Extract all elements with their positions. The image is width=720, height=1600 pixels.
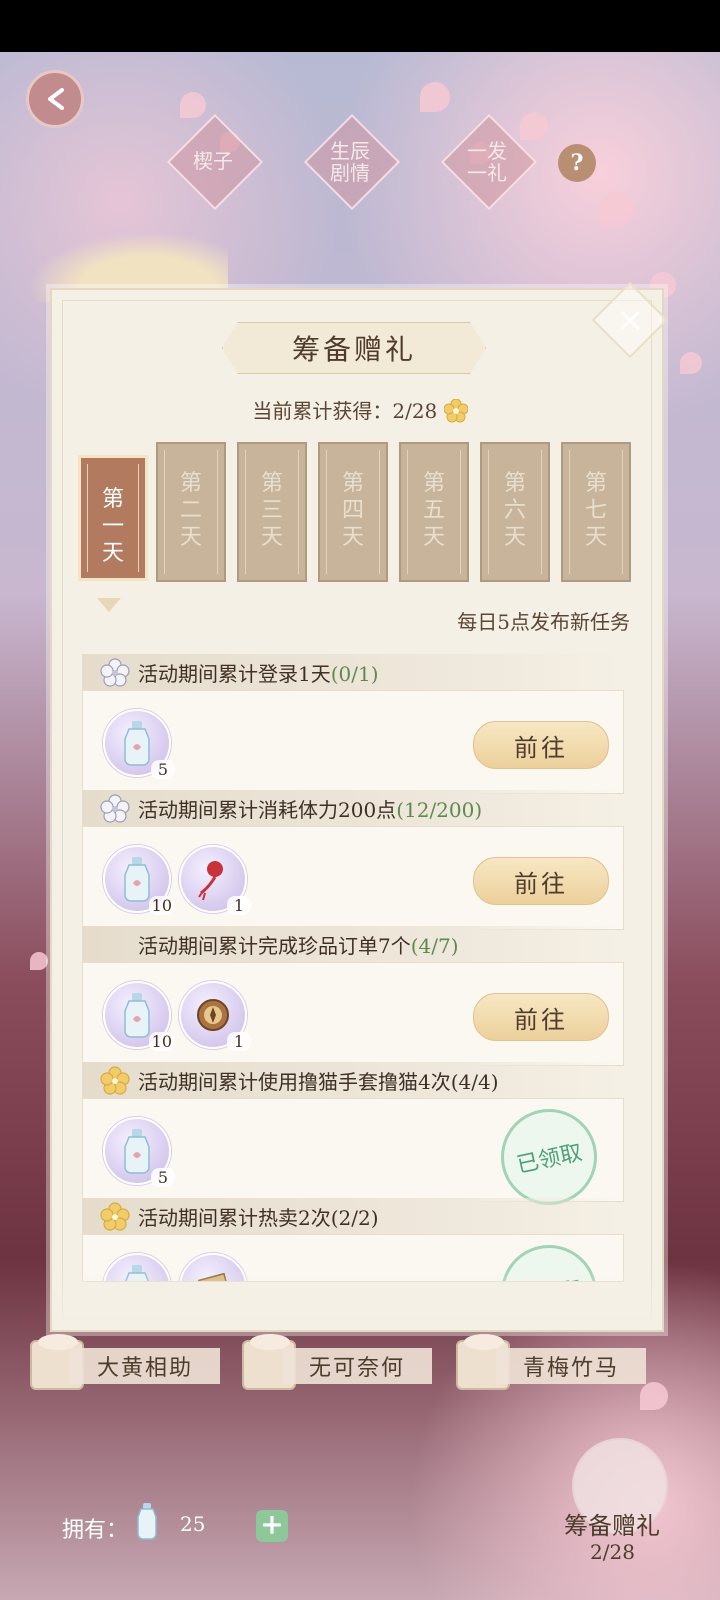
gold-flower-icon	[100, 1202, 130, 1231]
compass-icon	[197, 999, 229, 1031]
gift-option-qingmeizhuma[interactable]: 青梅竹马	[456, 1334, 656, 1390]
day-selected-pointer	[97, 598, 121, 612]
back-button[interactable]	[26, 70, 84, 128]
day-tab-4[interactable]: 第 四 天	[318, 442, 388, 582]
reward-item[interactable]: 5	[103, 1117, 175, 1187]
go-button[interactable]: 前往	[473, 857, 609, 905]
panel-title-banner: 筹备赠礼	[222, 322, 486, 374]
help-icon: ?	[570, 150, 584, 176]
day-tab-3[interactable]: 第 三 天	[237, 442, 307, 582]
gift-option-dahuang[interactable]: 大黄相助	[30, 1334, 230, 1390]
plus-icon: +	[260, 1508, 284, 1541]
list-bottom-fade	[52, 1270, 658, 1326]
day-tab-1[interactable]: 第 一 天	[78, 455, 148, 581]
task-title: 活动期间累计热卖2次(2/2)	[138, 1206, 379, 1230]
gift-option-wukenaihe[interactable]: 无可奈何	[242, 1334, 442, 1390]
go-button[interactable]: 前往	[473, 721, 609, 769]
day-tab-6[interactable]: 第 六 天	[480, 442, 550, 582]
entry-count: 2/28	[590, 1540, 635, 1564]
bottle-icon	[124, 721, 150, 766]
add-button[interactable]: +	[256, 1510, 288, 1542]
reward-item[interactable]: 1	[179, 981, 251, 1051]
bottle-icon	[124, 993, 150, 1038]
owned-count: 25	[180, 1512, 206, 1536]
nav-prologue-label: 楔子	[193, 149, 233, 173]
nav-birthday-story-label: 生辰 剧情	[330, 139, 370, 185]
bottle-icon	[124, 857, 150, 902]
reward-item[interactable]: 1	[179, 845, 251, 915]
task-title: 活动期间累计完成珍品订单7个(4/7)	[138, 934, 459, 958]
gold-flower-icon	[443, 399, 468, 423]
go-button[interactable]: 前往	[473, 993, 609, 1041]
white-flower-icon	[100, 658, 130, 687]
bottle-icon	[137, 1503, 157, 1540]
day-tab-5[interactable]: 第 五 天	[399, 442, 469, 582]
task-title: 活动期间累计消耗体力200点(12/200)	[138, 798, 483, 822]
red-ornament-icon	[198, 861, 223, 901]
panel-title: 筹备赠礼	[291, 333, 416, 366]
reward-item[interactable]: 5	[103, 709, 175, 779]
close-icon: ×	[615, 300, 645, 340]
progress-label: 当前累计获得：	[252, 399, 393, 423]
progress-value: 2/28	[392, 399, 438, 423]
day-tab-2[interactable]: 第 二 天	[156, 442, 226, 582]
daily-notice: 每日5点发布新任务	[457, 610, 630, 634]
reward-item[interactable]: 10	[103, 845, 175, 915]
task-title: 活动期间累计登录1天(0/1)	[138, 662, 379, 686]
back-arrow-icon	[48, 88, 64, 110]
progress-line: 当前累计获得：2/28	[0, 395, 720, 424]
nav-one-gift-label: 一发 一礼	[467, 139, 507, 185]
task-title: 活动期间累计使用撸猫手套撸猫4次(4/4)	[138, 1070, 499, 1094]
bottle-icon	[124, 1129, 150, 1174]
owned-label: 拥有：	[62, 1518, 129, 1543]
gold-flower-icon	[100, 1066, 130, 1095]
entry-label: 筹备赠礼	[564, 1512, 660, 1540]
status-bar	[0, 0, 720, 52]
reward-item[interactable]: 10	[103, 981, 175, 1051]
help-button[interactable]: ?	[558, 144, 596, 182]
day-tab-7[interactable]: 第 七 天	[561, 442, 631, 582]
white-flower-icon	[100, 794, 130, 823]
claimed-stamp: 已领取	[492, 1100, 606, 1214]
